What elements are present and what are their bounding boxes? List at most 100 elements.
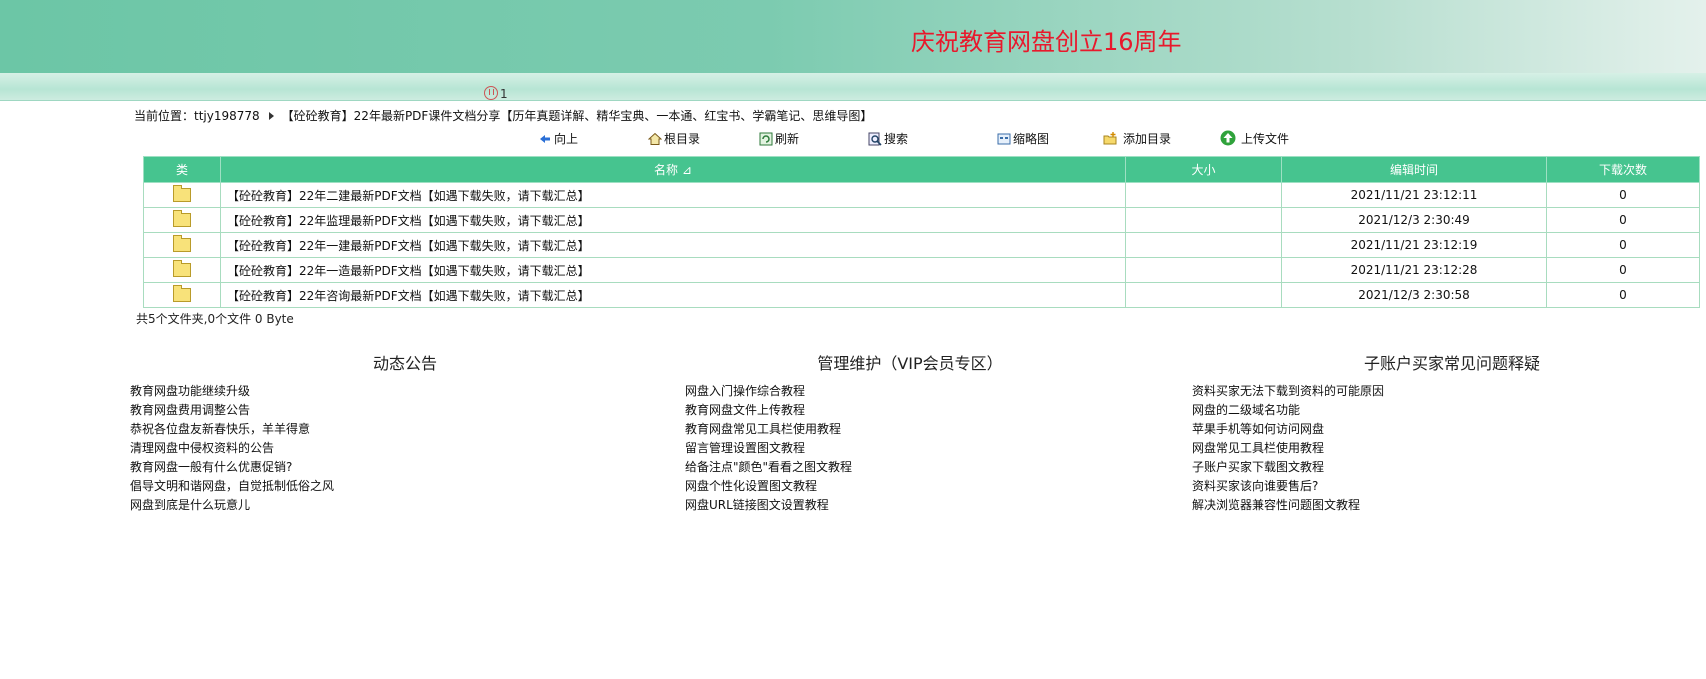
size-cell [1125, 207, 1282, 233]
link-item[interactable]: 教育网盘费用调整公告 [130, 401, 680, 420]
size-cell [1125, 182, 1282, 208]
link-item[interactable]: 网盘URL链接图文设置教程 [685, 496, 1135, 515]
maintenance-list: 网盘入门操作综合教程 教育网盘文件上传教程 教育网盘常见工具栏使用教程 留言管理设置图… [685, 382, 1135, 515]
link-item[interactable]: 教育网盘功能继续升级 [130, 382, 680, 401]
link-item[interactable]: 解决浏览器兼容性问题图文教程 [1192, 496, 1692, 515]
announcements-title: 动态公告 [372, 354, 437, 373]
header-banner-bar: 庆祝教育网盘创立16周年 [0, 0, 1706, 73]
link-item[interactable]: 子账户买家下载图文教程 [1192, 458, 1692, 477]
header-downloads[interactable]: 下载次数 [1546, 156, 1700, 183]
folder-icon [173, 209, 191, 227]
file-table: 类 名称 ⊿ 大小 编辑时间 下载次数 【砼砼教育】22年二建最新PDF文档【如… [143, 156, 1700, 308]
link-item[interactable]: 倡导文明和谐网盘，自觉抵制低俗之风 [130, 477, 680, 496]
size-cell [1125, 232, 1282, 258]
maintenance-title: 管理维护（VIP会员专区） [817, 354, 1003, 373]
sub-header-bar [0, 73, 1706, 101]
table-row[interactable]: 【砼砼教育】22年一造最新PDF文档【如遇下载失败，请下载汇总】 2021/11/… [143, 257, 1700, 283]
table-header-row: 类 名称 ⊿ 大小 编辑时间 下载次数 [143, 156, 1700, 183]
counter-value: 1 [500, 87, 508, 101]
table-row[interactable]: 【砼砼教育】22年二建最新PDF文档【如遇下载失败，请下载汇总】 2021/11/… [143, 182, 1700, 208]
refresh-icon [759, 132, 773, 146]
folder-cell [143, 257, 221, 283]
refresh-button[interactable]: 刷新 [759, 130, 799, 147]
breadcrumb-arrow-icon [268, 112, 274, 120]
search-label: 搜索 [884, 132, 909, 146]
folder-icon [173, 259, 191, 277]
size-cell [1125, 257, 1282, 283]
add-directory-button[interactable]: 添加目录 [1103, 130, 1171, 147]
edit-time-cell: 2021/12/3 2:30:49 [1281, 207, 1547, 233]
downloads-cell: 0 [1546, 282, 1700, 308]
folder-name-link[interactable]: 【砼砼教育】22年咨询最新PDF文档【如遇下载失败，请下载汇总】 [220, 282, 1126, 308]
sort-indicator-icon: ⊿ [681, 163, 692, 177]
link-item[interactable]: 教育网盘常见工具栏使用教程 [685, 420, 1135, 439]
folder-name-link[interactable]: 【砼砼教育】22年监理最新PDF文档【如遇下载失败，请下载汇总】 [220, 207, 1126, 233]
link-item[interactable]: 教育网盘文件上传教程 [685, 401, 1135, 420]
folder-icon [173, 184, 191, 202]
edit-time-cell: 2021/11/21 23:12:11 [1281, 182, 1547, 208]
link-item[interactable]: 恭祝各位盘友新春快乐，羊羊得意 [130, 420, 680, 439]
add-directory-label: 添加目录 [1123, 132, 1172, 146]
root-label: 根目录 [664, 132, 701, 146]
folder-name-link[interactable]: 【砼砼教育】22年二建最新PDF文档【如遇下载失败，请下载汇总】 [220, 182, 1126, 208]
table-row[interactable]: 【砼砼教育】22年咨询最新PDF文档【如遇下载失败，请下载汇总】 2021/12/… [143, 282, 1700, 308]
link-item[interactable]: 资料买家该向谁要售后? [1192, 477, 1692, 496]
downloads-cell: 0 [1546, 257, 1700, 283]
link-item[interactable]: 资料买家无法下载到资料的可能原因 [1192, 382, 1692, 401]
folder-icon [173, 234, 191, 252]
table-row[interactable]: 【砼砼教育】22年一建最新PDF文档【如遇下载失败，请下载汇总】 2021/11/… [143, 232, 1700, 258]
size-cell [1125, 282, 1282, 308]
faq-column: 子账户买家常见问题释疑 资料买家无法下载到资料的可能原因 网盘的二级域名功能 苹果手… [1192, 350, 1692, 515]
edit-time-cell: 2021/11/21 23:12:28 [1281, 257, 1547, 283]
breadcrumb-user[interactable]: ttjy198778 [194, 109, 260, 123]
thumbnail-button[interactable]: 缩略图 [997, 130, 1049, 147]
link-item[interactable]: 网盘到底是什么玩意儿 [130, 496, 680, 515]
home-icon [648, 132, 662, 145]
search-button[interactable]: 搜索 [868, 130, 908, 147]
link-item[interactable]: 网盘的二级域名功能 [1192, 401, 1692, 420]
link-item[interactable]: 教育网盘一般有什么优惠促销? [130, 458, 680, 477]
thumbnail-icon [997, 133, 1011, 145]
downloads-cell: 0 [1546, 232, 1700, 258]
folder-cell [143, 232, 221, 258]
search-icon [868, 132, 882, 146]
link-item[interactable]: 网盘个性化设置图文教程 [685, 477, 1135, 496]
upload-icon [1220, 130, 1236, 146]
up-label: 向上 [554, 132, 579, 146]
link-item[interactable]: 网盘入门操作综合教程 [685, 382, 1135, 401]
up-arrow-icon [540, 135, 550, 143]
header-size[interactable]: 大小 [1125, 156, 1282, 183]
table-row[interactable]: 【砼砼教育】22年监理最新PDF文档【如遇下载失败，请下载汇总】 2021/12/… [143, 207, 1700, 233]
header-type[interactable]: 类 [143, 156, 221, 183]
link-item[interactable]: 苹果手机等如何访问网盘 [1192, 420, 1692, 439]
thumbnail-label: 缩略图 [1013, 132, 1050, 146]
edit-time-cell: 2021/11/21 23:12:19 [1281, 232, 1547, 258]
root-dir-button[interactable]: 根目录 [648, 130, 700, 147]
header-edit-time[interactable]: 编辑时间 [1281, 156, 1547, 183]
edit-time-cell: 2021/12/3 2:30:58 [1281, 282, 1547, 308]
file-summary: 共5个文件夹,0个文件 0 Byte [136, 312, 294, 326]
downloads-cell: 0 [1546, 182, 1700, 208]
upload-file-button[interactable]: 上传文件 [1220, 130, 1289, 147]
up-button[interactable]: 向上 [538, 130, 578, 147]
folder-cell [143, 182, 221, 208]
folder-name-link[interactable]: 【砼砼教育】22年一建最新PDF文档【如遇下载失败，请下载汇总】 [220, 232, 1126, 258]
link-item[interactable]: 留言管理设置图文教程 [685, 439, 1135, 458]
anniversary-banner: 庆祝教育网盘创立16周年 [911, 28, 1182, 56]
announcements-list: 教育网盘功能继续升级 教育网盘费用调整公告 恭祝各位盘友新春快乐，羊羊得意 清理网盘中… [130, 382, 680, 515]
header-name[interactable]: 名称 ⊿ [220, 156, 1126, 183]
link-item[interactable]: 网盘常见工具栏使用教程 [1192, 439, 1692, 458]
maintenance-column: 管理维护（VIP会员专区） 网盘入门操作综合教程 教育网盘文件上传教程 教育网盘常见… [685, 350, 1135, 515]
visit-counter: 1 [484, 86, 508, 101]
folder-name-link[interactable]: 【砼砼教育】22年一造最新PDF文档【如遇下载失败，请下载汇总】 [220, 257, 1126, 283]
link-item[interactable]: 给备注点"颜色"看看之图文教程 [685, 458, 1135, 477]
counter-icon [484, 86, 498, 100]
folder-cell [143, 207, 221, 233]
downloads-cell: 0 [1546, 207, 1700, 233]
folder-icon [173, 284, 191, 302]
folder-cell [143, 282, 221, 308]
refresh-label: 刷新 [775, 132, 800, 146]
add-folder-icon [1103, 132, 1117, 145]
breadcrumb-folder[interactable]: 【砼砼教育】22年最新PDF课件文档分享【历年真题详解、精华宝典、一本通、红宝书… [282, 109, 873, 123]
link-item[interactable]: 清理网盘中侵权资料的公告 [130, 439, 680, 458]
